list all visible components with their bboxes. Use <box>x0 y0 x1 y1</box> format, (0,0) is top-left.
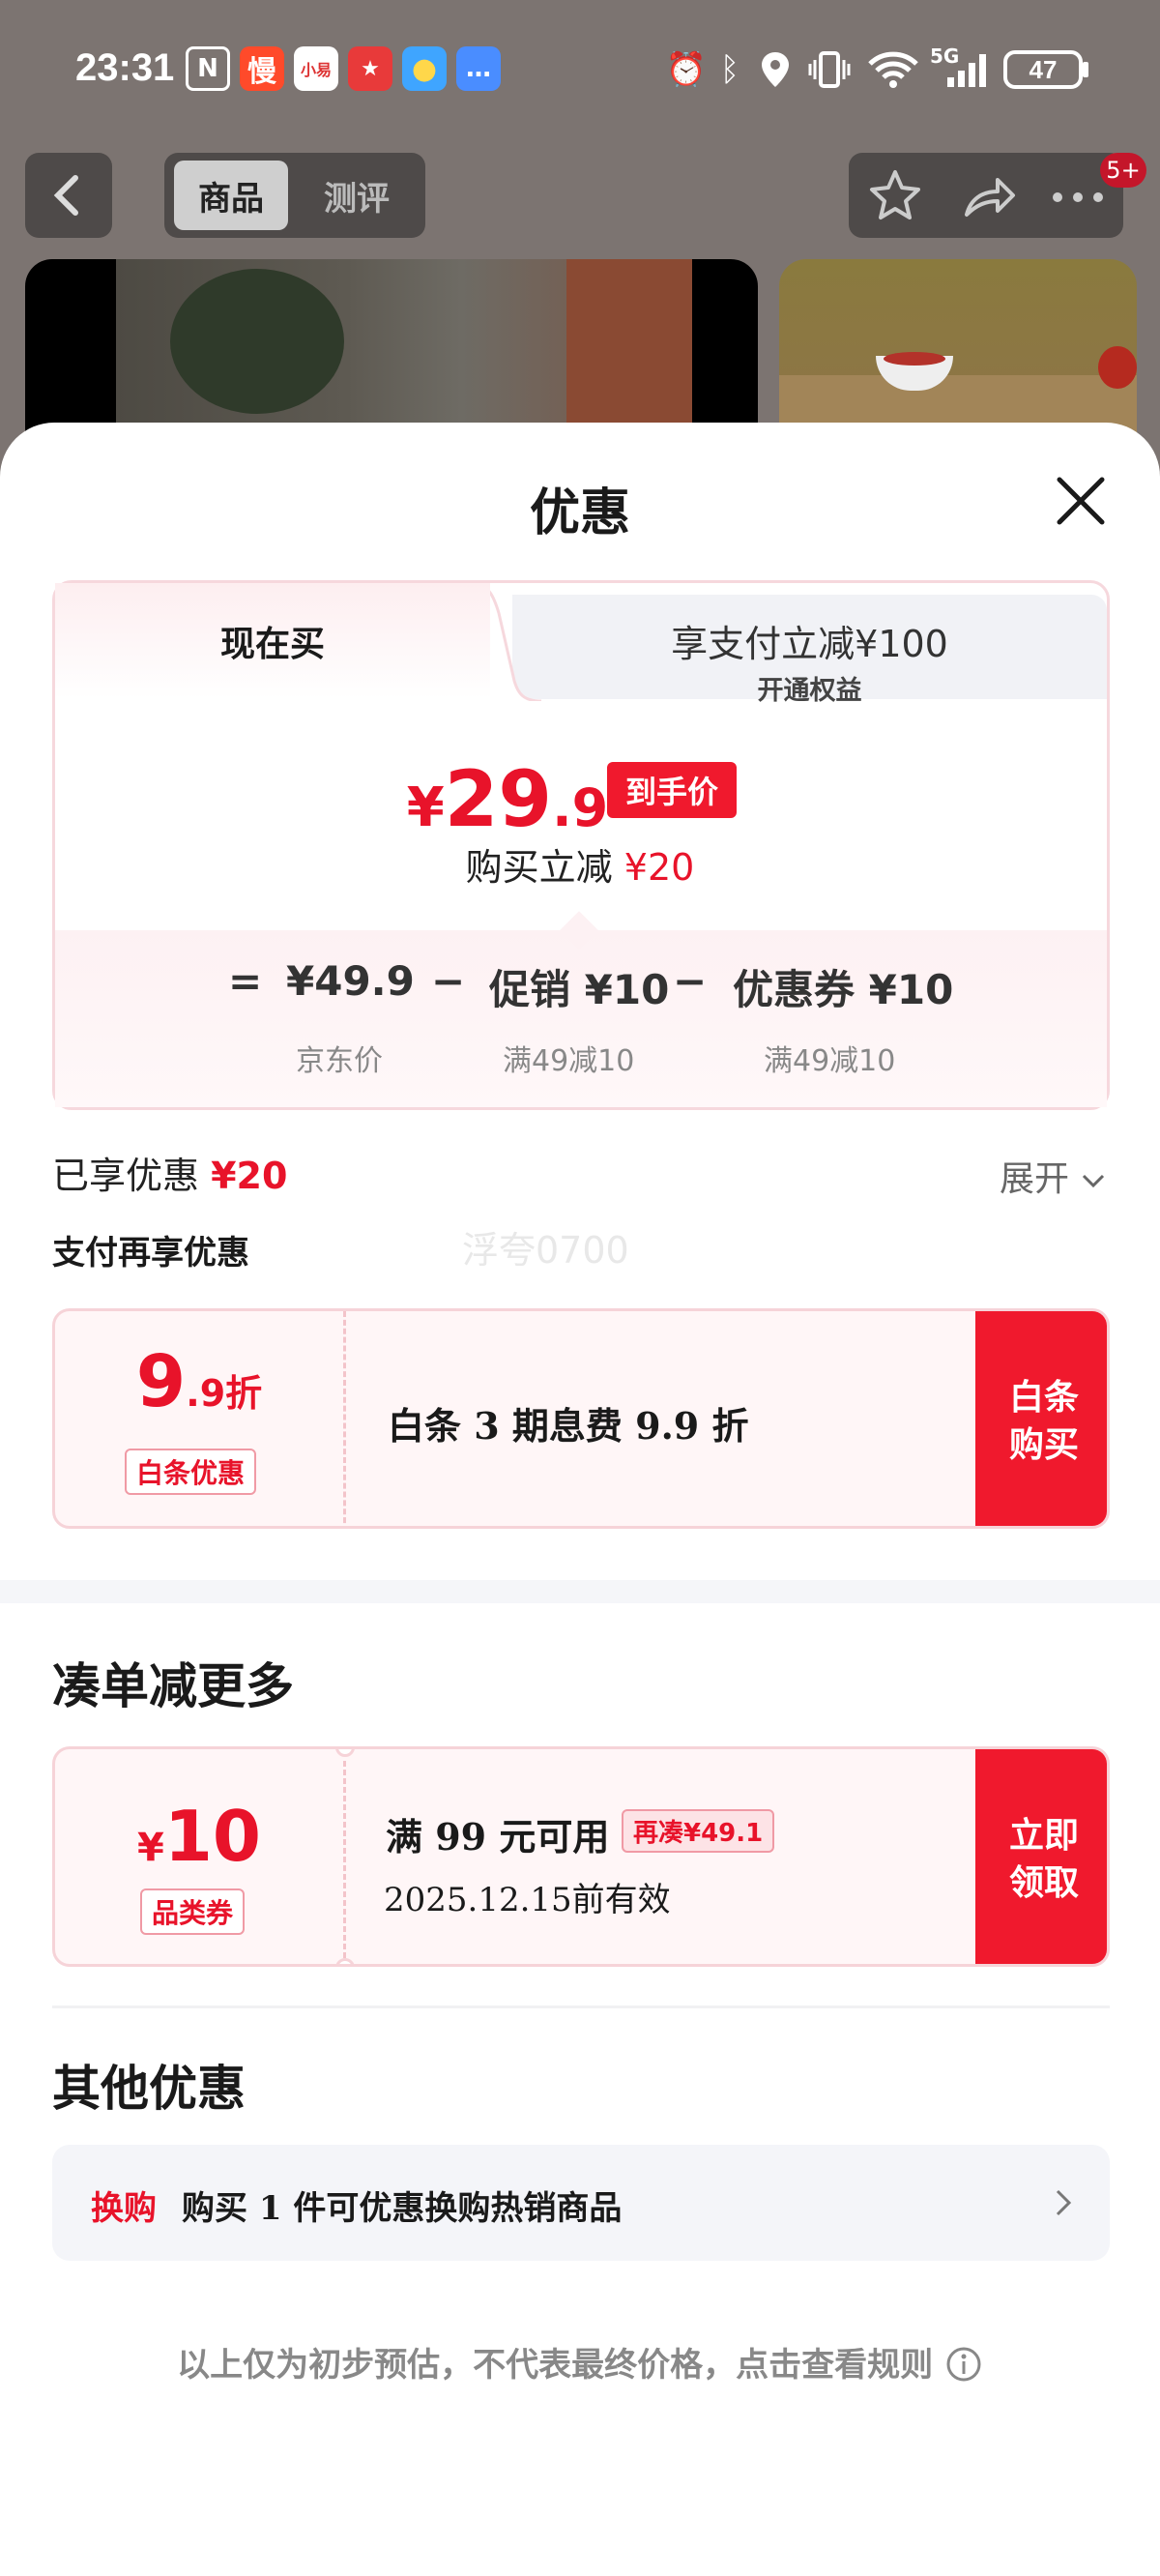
watermark: 浮夸0700 <box>462 1229 629 1272</box>
signal-icon <box>945 48 994 91</box>
info-icon <box>946 2347 981 2382</box>
chevron-right-icon <box>1056 2189 1072 2216</box>
baitiao-badge: 白条优惠 <box>125 1449 257 1495</box>
tab-product[interactable]: 商品 <box>174 161 288 230</box>
coupon-type-badge: 品类券 <box>140 1888 246 1935</box>
wifi-icon <box>866 48 920 91</box>
coupon-validity: 2025.12.15前有效 <box>384 1881 671 1919</box>
minus-sign-2: − <box>673 957 708 1005</box>
coupon-divider <box>343 1761 346 1958</box>
coupon-label: 满49减10 <box>764 1044 896 1078</box>
jd-price-label: 京东价 <box>296 1044 383 1078</box>
other-title: 其他优惠 <box>52 2060 246 2117</box>
category-coupon[interactable]: ¥10 品类券 满 99 元可用 再凑¥49.1 2025.12.15前有效 立… <box>52 1746 1110 1967</box>
location-icon <box>756 48 795 91</box>
coupon-extra-badge: 再凑¥49.1 <box>622 1809 775 1853</box>
app-message-icon: … <box>456 46 501 91</box>
nfc-icon: N <box>186 46 230 91</box>
notification-badge: 5+ <box>1100 153 1146 188</box>
enjoyed-discount: 已享优惠 ¥20 <box>52 1155 288 1197</box>
divider <box>52 2005 1110 2008</box>
battery-tip <box>1083 62 1088 77</box>
expand-button[interactable]: 展开 <box>1000 1151 1107 1201</box>
baitiao-coupon[interactable]: 9.9折 白条优惠 白条 3 期息费 9.9 折 白条 购买 <box>52 1308 1110 1529</box>
status-bar: 23:31 N 慢 小易 ★ ● … ⏰ ᛒ 5G 47 <box>0 0 1160 145</box>
status-time: 23:31 <box>75 46 175 89</box>
promo-amount: 促销 ¥10 <box>489 966 670 1013</box>
app-weather-icon: ● <box>402 46 447 91</box>
jd-price: ¥49.9 <box>286 957 415 1005</box>
vibrate-icon <box>806 48 853 91</box>
back-button[interactable] <box>25 153 112 238</box>
close-button[interactable] <box>1054 474 1108 528</box>
tab-buy-now[interactable]: 现在买 <box>55 583 490 699</box>
chevron-down-icon <box>1083 1174 1105 1188</box>
share-button[interactable] <box>957 164 1019 226</box>
section-separator <box>0 1580 1160 1603</box>
coupon-notch-top <box>335 1749 355 1757</box>
battery-indicator: 47 <box>1003 50 1083 89</box>
bluetooth-icon: ᛒ <box>719 50 740 89</box>
promo-label: 满49减10 <box>503 1044 635 1078</box>
coupon-condition: 满 99 元可用 <box>386 1815 610 1859</box>
trade-in-tag: 换购 <box>91 2189 157 2228</box>
trade-in-row[interactable]: 换购 购买 1 件可优惠换购热销商品 <box>52 2145 1110 2261</box>
favorite-button[interactable] <box>864 164 926 226</box>
tab-pay-discount[interactable]: 享支付立减¥100 开通权益 <box>512 595 1107 706</box>
back-arrow-icon <box>53 175 78 216</box>
final-price: ¥29.9 <box>406 754 609 844</box>
baitiao-desc: 白条 3 期息费 9.9 折 <box>388 1404 749 1448</box>
trade-in-text: 购买 1 件可优惠换购热销商品 <box>182 2189 623 2228</box>
final-price-tag: 到手价 <box>607 762 737 818</box>
minus-sign-1: − <box>431 957 466 1005</box>
coupon-divider <box>343 1311 346 1526</box>
app-man-icon: 慢 <box>240 46 284 91</box>
share-icon <box>965 178 1015 217</box>
rules-footer[interactable]: 以上仅为初步预估，不代表最终价格，点击查看规则 <box>0 2338 1160 2386</box>
star-icon <box>870 170 920 220</box>
coupon-notch-bottom <box>335 1958 355 1964</box>
app-pinduoduo-icon: ★ <box>348 46 392 91</box>
baitiao-discount: 9.9折 <box>135 1340 263 1423</box>
pay-more-title: 支付再享优惠 <box>52 1234 249 1273</box>
breakdown-equals: = <box>228 957 263 1005</box>
tab-review[interactable]: 测评 <box>295 161 419 230</box>
bundle-title: 凑单减更多 <box>52 1657 294 1714</box>
sheet-title: 优惠 <box>529 483 630 542</box>
claim-coupon-button[interactable]: 立即 领取 <box>975 1749 1107 1964</box>
purchase-reduction: 购买立减 ¥20 <box>465 846 695 889</box>
coupon-amount: 优惠券 ¥10 <box>733 966 954 1013</box>
alarm-icon: ⏰ <box>665 50 708 89</box>
coupon-value: ¥10 <box>136 1796 262 1877</box>
close-icon <box>1057 477 1105 525</box>
baitiao-buy-button[interactable]: 白条 购买 <box>975 1311 1107 1526</box>
app-xiaoyi-icon: 小易 <box>294 46 338 91</box>
